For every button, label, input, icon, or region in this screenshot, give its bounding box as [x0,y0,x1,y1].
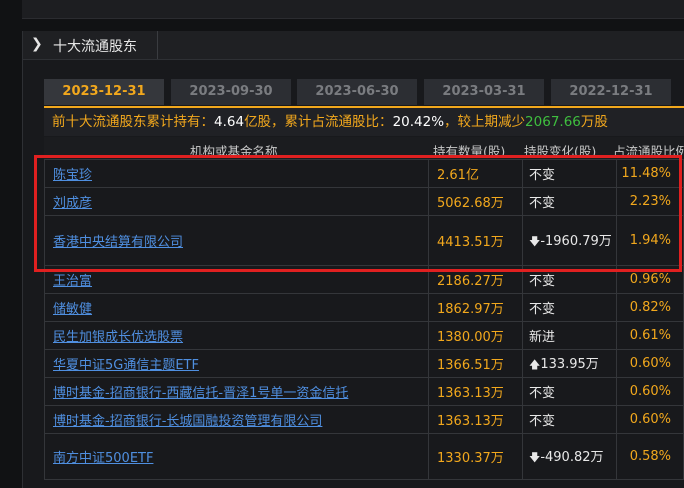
cell-name: 民生加银成长优选股票 [44,321,429,350]
shareholders-table: 陈宝珍 2.61亿 不变 11.48% 刘成彦 5062.68万 不变 2.23% 香港中央结算… [44,159,684,480]
panel-header[interactable]: ❯ 十大流通股东 [23,31,684,60]
change-value: 不变 [529,414,556,429]
cell-name: 王治富 [44,265,429,294]
cell-change: 不变 [522,405,617,434]
cell-name: 香港中央结算有限公司 [44,215,429,266]
tab-2023-09-30[interactable]: 2023-09-30 [171,79,291,105]
col-header-name: 机构或基金名称 [190,144,278,159]
cell-ratio: 1.94% [616,215,684,266]
summary-ratio: 20.42% [392,114,445,130]
cell-change: 🡇-1960.79万 [522,215,617,266]
tab-2023-12-31[interactable]: 2023-12-31 [44,79,164,105]
cell-ratio: 0.82% [616,293,684,322]
cell-name: 华夏中证5G通信主题ETF [44,349,429,378]
cell-ratio: 0.61% [616,321,684,350]
change-value: 不变 [529,302,556,317]
table-row: 博时基金-招商银行-西藏信托-晋泽1号单一资金信托 1363.13万 不变 0.60% [44,377,684,406]
cell-qty: 1862.97万 [428,293,523,322]
summary-mid: ，较上期减少 [444,114,526,130]
cell-change: 不变 [522,377,617,406]
table-row: 博时基金-招商银行-长城国融投资管理有限公司 1363.13万 不变 0.60% [44,405,684,434]
cell-ratio: 0.60% [616,377,684,406]
cell-ratio: 0.60% [616,349,684,378]
shareholder-link[interactable]: 华夏中证5G通信主题ETF [53,358,199,373]
tab-2023-06-30[interactable]: 2023-06-30 [297,79,417,105]
cell-change: 新进 [522,321,617,350]
shareholder-link[interactable]: 王治富 [53,274,92,289]
arrow-down-icon: 🡇 [529,450,541,464]
cell-qty: 1330.37万 [428,433,523,480]
header-divider [157,31,158,59]
cell-qty: 1380.00万 [428,321,523,350]
shareholder-link[interactable]: 储敏健 [53,302,92,317]
table-header: 机构或基金名称 持有数量(股) 持股变化(股) 占流通股比例 [44,137,684,159]
cell-ratio: 0.60% [616,405,684,434]
col-header-qty: 持有数量(股) [433,144,506,159]
shareholder-link[interactable]: 香港中央结算有限公司 [53,235,183,250]
summary-prefix: 前十大流通股东累计持有： [52,114,214,130]
cell-qty: 4413.51万 [428,215,523,266]
chevron-right-icon: ❯ [31,36,43,52]
cell-name: 南方中证500ETF [44,433,429,480]
table-row: 储敏健 1862.97万 不变 0.82% [44,293,684,322]
shareholder-link[interactable]: 刘成彦 [53,196,92,211]
change-value: 133.95万 [540,356,599,372]
arrow-down-icon: 🡇 [529,234,541,248]
table-row: 香港中央结算有限公司 4413.51万 🡇-1960.79万 1.94% [44,215,684,266]
cell-name: 储敏健 [44,293,429,322]
cell-change: 不变 [522,293,617,322]
shareholder-link[interactable]: 博时基金-招商银行-西藏信托-晋泽1号单一资金信托 [53,386,348,401]
summary-bar: 前十大流通股东累计持有：4.64亿股，累计占流通股比：20.42%，较上期减少2… [44,106,684,136]
cell-qty: 5062.68万 [428,187,523,216]
cell-name: 博时基金-招商银行-长城国融投资管理有限公司 [44,405,429,434]
table-row: 民生加银成长优选股票 1380.00万 新进 0.61% [44,321,684,350]
shareholder-link[interactable]: 民生加银成长优选股票 [53,330,183,345]
table-row: 王治富 2186.27万 不变 0.96% [44,265,684,294]
table-row: 陈宝珍 2.61亿 不变 11.48% [44,159,684,188]
change-value: 不变 [529,168,556,183]
summary-total-unit: 亿股，累计占流通股比： [244,114,393,130]
cell-qty: 1366.51万 [428,349,523,378]
summary-total: 4.64 [214,114,245,130]
cell-change: 🡇-490.82万 [522,433,617,480]
shareholder-link[interactable]: 博时基金-招商银行-长城国融投资管理有限公司 [53,414,322,429]
cell-change: 不变 [522,265,617,294]
shareholder-link[interactable]: 南方中证500ETF [53,451,153,466]
change-value: 不变 [529,386,556,401]
panel-title: 十大流通股东 [53,39,137,55]
change-value: -1960.79万 [540,233,612,249]
cell-ratio: 0.96% [616,265,684,294]
cell-qty: 1363.13万 [428,377,523,406]
cell-change: 🡅133.95万 [522,349,617,378]
cell-name: 博时基金-招商银行-西藏信托-晋泽1号单一资金信托 [44,377,429,406]
change-value: 不变 [529,196,556,211]
table-row: 华夏中证5G通信主题ETF 1366.51万 🡅133.95万 0.60% [44,349,684,378]
cell-ratio: 0.58% [616,433,684,480]
tab-2022-12-31[interactable]: 2022-12-31 [551,79,671,105]
col-header-ratio: 占流通股比例 [613,144,684,159]
cell-name: 刘成彦 [44,187,429,216]
tab-2023-03-31[interactable]: 2023-03-31 [424,79,544,105]
cell-qty: 2186.27万 [428,265,523,294]
top-bar [22,0,684,19]
table-row: 刘成彦 5062.68万 不变 2.23% [44,187,684,216]
table-row: 南方中证500ETF 1330.37万 🡇-490.82万 0.58% [44,433,684,480]
col-header-change: 持股变化(股) [524,144,597,159]
summary-change: 2067.66 [525,114,581,130]
arrow-up-icon: 🡅 [529,357,541,371]
cell-change: 不变 [522,159,617,188]
cell-qty: 2.61亿 [428,159,523,188]
cell-change: 不变 [522,187,617,216]
shareholder-link[interactable]: 陈宝珍 [53,168,92,183]
change-value: -490.82万 [540,449,604,465]
cell-name: 陈宝珍 [44,159,429,188]
cell-ratio: 11.48% [616,159,684,188]
change-value: 新进 [529,330,556,345]
cell-ratio: 2.23% [616,187,684,216]
cell-qty: 1363.13万 [428,405,523,434]
change-value: 不变 [529,274,556,289]
summary-change-unit: 万股 [580,114,608,130]
